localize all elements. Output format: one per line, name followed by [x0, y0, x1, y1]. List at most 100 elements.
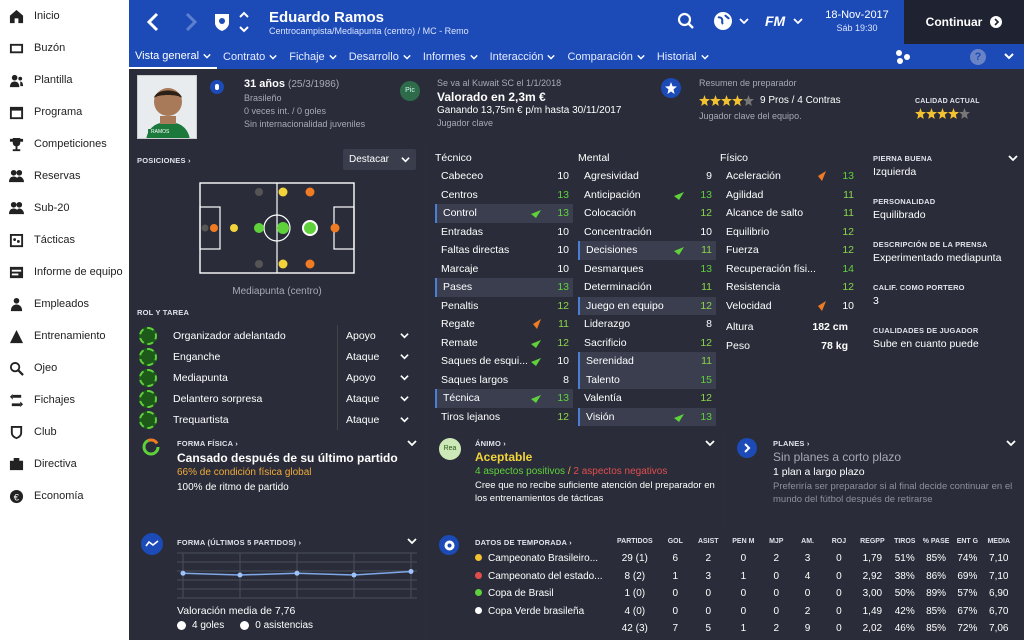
attribute-row[interactable]: Resistencia 12 [720, 278, 858, 297]
attribute-row[interactable]: Centros 13 [435, 186, 573, 205]
stat-header[interactable]: % PASE [920, 532, 952, 550]
attribute-row[interactable]: Determinación 11 [578, 278, 716, 297]
duty-select[interactable]: Ataque [337, 346, 417, 367]
stat-header[interactable]: MJP [760, 532, 792, 550]
tab-fichaje[interactable]: Fichaje [283, 44, 342, 69]
attribute-row[interactable]: Juego en equipo 12 [578, 296, 716, 315]
attribute-row[interactable]: Aceleración 13 [720, 167, 858, 186]
morale-label[interactable]: ÁNIMO › [475, 439, 506, 448]
more-options-icon[interactable] [1003, 52, 1015, 65]
attribute-row[interactable]: Tiros lejanos 12 [435, 408, 573, 427]
role-row[interactable]: Enganche Ataque [137, 346, 417, 367]
tab-desarrollo[interactable]: Desarrollo [343, 44, 417, 69]
stat-header[interactable]: GOL [661, 532, 690, 550]
continue-button[interactable]: Continuar [904, 0, 1024, 44]
player-actions-icon[interactable] [895, 49, 911, 68]
sidebar-item-team-report[interactable]: Informe de equipo [0, 256, 129, 288]
attribute-row[interactable]: Remate 12 [435, 334, 573, 353]
morale-positives[interactable]: 4 aspectos positivos [475, 466, 565, 477]
duty-select[interactable]: Ataque [337, 388, 417, 409]
stat-header[interactable]: ENT G [952, 532, 982, 550]
attribute-row[interactable]: Saques largos 8 [435, 371, 573, 390]
plans-label[interactable]: PLANES › [773, 439, 810, 448]
stat-header[interactable]: ROJ [823, 532, 855, 550]
positions-label[interactable]: POSICIONES › [137, 156, 191, 165]
attribute-row[interactable]: Control 13 [435, 204, 573, 223]
stat-header[interactable]: MEDIA [983, 532, 1016, 550]
sidebar-item-u20[interactable]: Sub-20 [0, 192, 129, 224]
fitness-label[interactable]: FORMA FÍSICA › [177, 439, 238, 448]
attribute-row[interactable]: Concentración 10 [578, 223, 716, 242]
sidebar-item-board[interactable]: Directiva [0, 448, 129, 480]
attribute-row[interactable]: Fuerza 12 [720, 241, 858, 260]
sidebar-item-reserves[interactable]: Reservas [0, 160, 129, 192]
role-row[interactable]: Trequartista Ataque [137, 409, 417, 430]
attribute-row[interactable]: Agresividad 9 [578, 167, 716, 186]
attribute-row[interactable]: Valentía 12 [578, 389, 716, 408]
role-row[interactable]: Organizador adelantado Apoyo [137, 325, 417, 346]
attribute-row[interactable]: Decisiones 11 [578, 241, 716, 260]
attribute-row[interactable]: Técnica 13 [435, 389, 573, 408]
sidebar-item-training[interactable]: Entrenamiento [0, 320, 129, 352]
sidebar-item-search[interactable]: Ojeo [0, 352, 129, 384]
form-label[interactable]: FORMA (ÚLTIMOS 5 PARTIDOS) › [177, 538, 301, 547]
attribute-row[interactable]: Faltas directas 10 [435, 241, 573, 260]
collapse-morale-icon[interactable] [705, 439, 715, 451]
globe-icon[interactable] [713, 11, 749, 31]
attribute-row[interactable]: Liderazgo 8 [578, 315, 716, 334]
sidebar-item-staff[interactable]: Empleados [0, 288, 129, 320]
sidebar-item-club[interactable]: Club [0, 416, 129, 448]
attribute-row[interactable]: Pases 13 [435, 278, 573, 297]
attribute-row[interactable]: Talento 15 [578, 370, 716, 389]
fm-menu-button[interactable]: FM [765, 13, 803, 29]
stat-header[interactable]: PEN M [727, 532, 760, 550]
season-row[interactable]: Copa Verde brasileña 4 (0) 0 0 0 0 2 0 1,49 42% 85… [475, 603, 1015, 621]
back-icon[interactable] [143, 11, 163, 33]
attribute-row[interactable]: Agilidad 11 [720, 186, 858, 205]
attribute-row[interactable]: Entradas 10 [435, 223, 573, 242]
role-row[interactable]: Delantero sorpresa Ataque [137, 388, 417, 409]
tab-informes[interactable]: Informes [417, 44, 484, 69]
sidebar-item-calendar[interactable]: Programa [0, 96, 129, 128]
sidebar-item-tactics[interactable]: Tácticas [0, 224, 129, 256]
sidebar-item-inbox[interactable]: Buzón [0, 32, 129, 64]
sidebar-item-trophy[interactable]: Competiciones [0, 128, 129, 160]
stat-header[interactable]: ASIST [690, 532, 727, 550]
collapse-fitness-icon[interactable] [407, 439, 417, 451]
stat-header[interactable]: REGPP [855, 532, 890, 550]
attribute-row[interactable]: Cabeceo 10 [435, 167, 573, 186]
attribute-row[interactable]: Penaltis 12 [435, 297, 573, 316]
role-row[interactable]: Mediapunta Apoyo [137, 367, 417, 388]
season-row[interactable]: Campeonato del estado... 8 (2) 1 3 1 0 4 0 2,92 3… [475, 568, 1015, 586]
highlight-dropdown[interactable]: Destacar [343, 149, 416, 170]
forward-icon[interactable] [181, 11, 201, 33]
sidebar-item-finance[interactable]: € Economía [0, 480, 129, 512]
attribute-row[interactable]: Serenidad 11 [578, 352, 716, 371]
sidebar-item-squad[interactable]: Plantilla [0, 64, 129, 96]
attribute-row[interactable]: Equilibrio 12 [720, 223, 858, 242]
collapse-plans-icon[interactable] [1006, 439, 1016, 451]
duty-select[interactable]: Ataque [337, 409, 417, 430]
tab-comparación[interactable]: Comparación [561, 44, 650, 69]
attribute-row[interactable]: Recuperación físi... 14 [720, 260, 858, 279]
attribute-row[interactable]: Sacrificio 12 [578, 334, 716, 353]
sidebar-item-transfers[interactable]: Fichajes [0, 384, 129, 416]
attribute-row[interactable]: Marcaje 10 [435, 260, 573, 279]
attribute-row[interactable]: Alcance de salto 11 [720, 204, 858, 223]
attribute-row[interactable]: Visión 13 [578, 407, 716, 426]
help-icon[interactable]: ? [970, 49, 986, 65]
season-row[interactable]: Campeonato Brasileiro... 29 (1) 6 2 0 2 3 0 1,79… [475, 550, 1015, 568]
duty-select[interactable]: Apoyo [337, 367, 417, 388]
stat-header[interactable]: TIROS [890, 532, 920, 550]
coach-report-icon[interactable] [661, 78, 681, 98]
attribute-row[interactable]: Velocidad 10 [720, 297, 858, 316]
stat-header[interactable]: AM. [792, 532, 822, 550]
stat-header[interactable]: PARTIDOS [609, 532, 661, 550]
attribute-row[interactable]: Anticipación 13 [578, 186, 716, 205]
search-icon[interactable] [677, 12, 695, 33]
season-row[interactable]: Copa de Brasil 1 (0) 0 0 0 0 0 0 3,00 50% 89% 57% 6,… [475, 585, 1015, 603]
attribute-row[interactable]: Colocación 12 [578, 204, 716, 223]
collapse-form-icon[interactable] [407, 537, 417, 549]
sidebar-item-home[interactable]: Inicio [0, 0, 129, 32]
attribute-row[interactable]: Desmarques 13 [578, 260, 716, 279]
